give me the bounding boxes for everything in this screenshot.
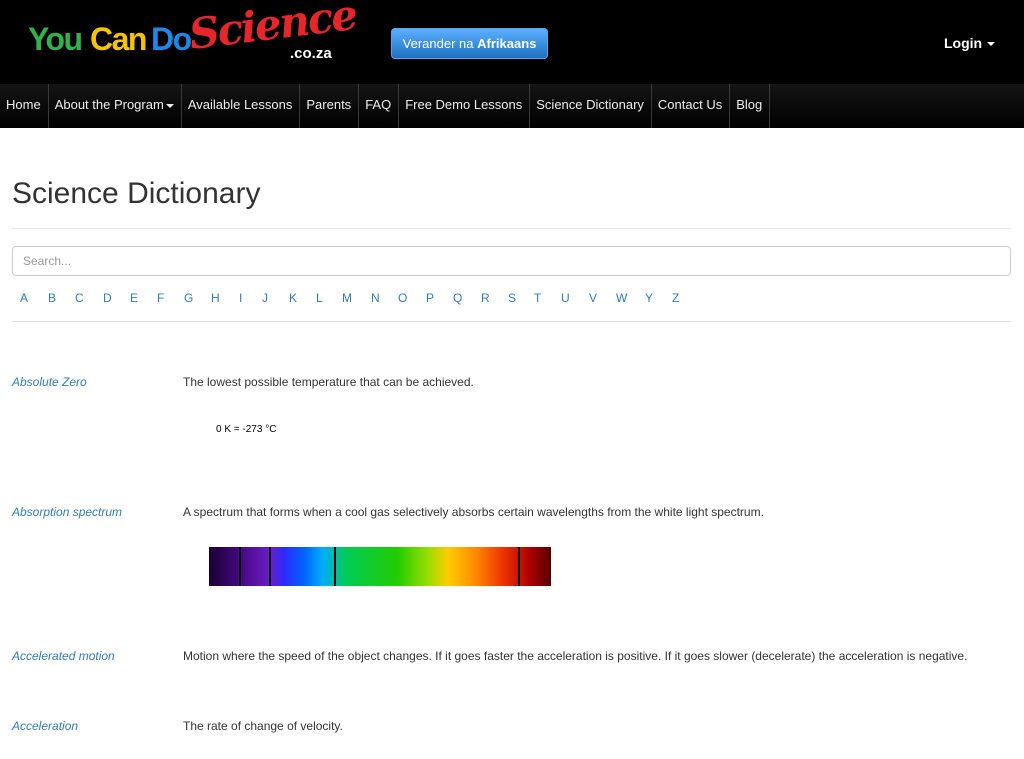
letter-link-d[interactable]: D [103,289,112,307]
logo-word-science: Science [186,0,359,59]
nav-item-available-lessons[interactable]: Available Lessons [182,84,301,128]
logo-word-do: Do [151,21,192,57]
page-title: Science Dictionary [12,177,261,210]
spectrum-absorption-line [269,547,271,586]
letter-link-c[interactable]: C [75,289,84,307]
absorption-spectrum-image [209,547,551,586]
letter-link-r[interactable]: R [481,289,490,307]
chevron-down-icon [987,42,996,47]
nav-item-home[interactable]: Home [0,84,49,128]
language-toggle-button[interactable]: Verander na Afrikaans [391,28,548,59]
title-divider [12,228,1011,229]
nav-item-contact-us[interactable]: Contact Us [652,84,731,128]
dictionary-definition: The lowest possible temperature that can… [183,375,474,389]
nav-item-free-demo-lessons[interactable]: Free Demo Lessons [399,84,531,128]
letter-link-m[interactable]: M [342,289,352,307]
letter-link-h[interactable]: H [211,289,220,307]
letter-link-i[interactable]: I [239,289,242,307]
nav-item-about-the-program[interactable]: About the Program [49,84,182,128]
logo-domain: .co.za [290,45,332,62]
dictionary-term-link[interactable]: Absorption spectrum [12,504,122,521]
letter-link-p[interactable]: P [426,289,434,307]
letter-link-z[interactable]: Z [672,289,679,307]
nav-label: Free Demo Lessons [405,97,523,112]
letter-link-f[interactable]: F [157,289,164,307]
spectrum-absorption-line [334,547,336,586]
nav-item-science-dictionary[interactable]: Science Dictionary [530,84,652,128]
letter-link-j[interactable]: J [262,289,268,307]
letter-link-t[interactable]: T [534,289,541,307]
nav-label: Science Dictionary [536,97,644,112]
letter-link-g[interactable]: G [184,289,193,307]
dictionary-term-link[interactable]: Absolute Zero [12,374,87,391]
nav-label: FAQ [365,97,392,112]
dictionary-term-link[interactable]: Accelerated motion [12,648,115,665]
letter-link-k[interactable]: K [289,289,297,307]
login-label: Login [944,35,983,51]
dictionary-formula: 0 K = -273 °C [216,424,277,435]
letter-link-y[interactable]: Y [645,289,653,307]
letter-link-e[interactable]: E [130,289,138,307]
letter-link-n[interactable]: N [371,289,380,307]
login-dropdown[interactable]: Login [944,33,996,53]
site-logo[interactable]: You Can Do Science .co.za [28,0,359,72]
nav-label: About the Program [54,97,164,112]
nav-label: Home [6,97,41,112]
nav-label: Available Lessons [187,97,293,112]
nav-item-parents[interactable]: Parents [300,84,360,128]
logo-word-can: Can [90,21,147,57]
dictionary-definition: The rate of change of velocity. [183,719,343,733]
language-button-language: Afrikaans [477,36,537,51]
search-input[interactable] [12,246,1011,276]
spectrum-absorption-line [239,547,241,586]
letter-link-q[interactable]: Q [453,289,462,307]
letter-link-l[interactable]: L [316,289,323,307]
alphabet-divider [12,321,1011,322]
nav-item-blog[interactable]: Blog [730,84,771,128]
site-header: You Can Do Science .co.za Verander na Af… [0,0,1024,84]
nav-label: Contact Us [657,97,723,112]
main-navbar: Home About the Program Available Lessons… [0,84,1024,128]
letter-link-v[interactable]: V [589,289,597,307]
dictionary-term-link[interactable]: Acceleration [12,718,78,735]
dictionary-definition: Motion where the speed of the object cha… [183,649,968,663]
logo-word-you: You [28,21,83,57]
letter-link-w[interactable]: W [616,289,627,307]
spectrum-absorption-line [518,547,520,586]
letter-link-s[interactable]: S [508,289,516,307]
letter-link-b[interactable]: B [48,289,56,307]
dictionary-definition: A spectrum that forms when a cool gas se… [183,505,764,519]
nav-label: Blog [736,97,763,112]
letter-link-u[interactable]: U [561,289,570,307]
chevron-down-icon [165,103,174,108]
nav-item-faq[interactable]: FAQ [359,84,400,128]
language-button-prefix: Verander na [402,36,474,51]
letter-link-a[interactable]: A [20,289,28,307]
letter-link-o[interactable]: O [398,289,407,307]
nav-label: Parents [306,97,352,112]
